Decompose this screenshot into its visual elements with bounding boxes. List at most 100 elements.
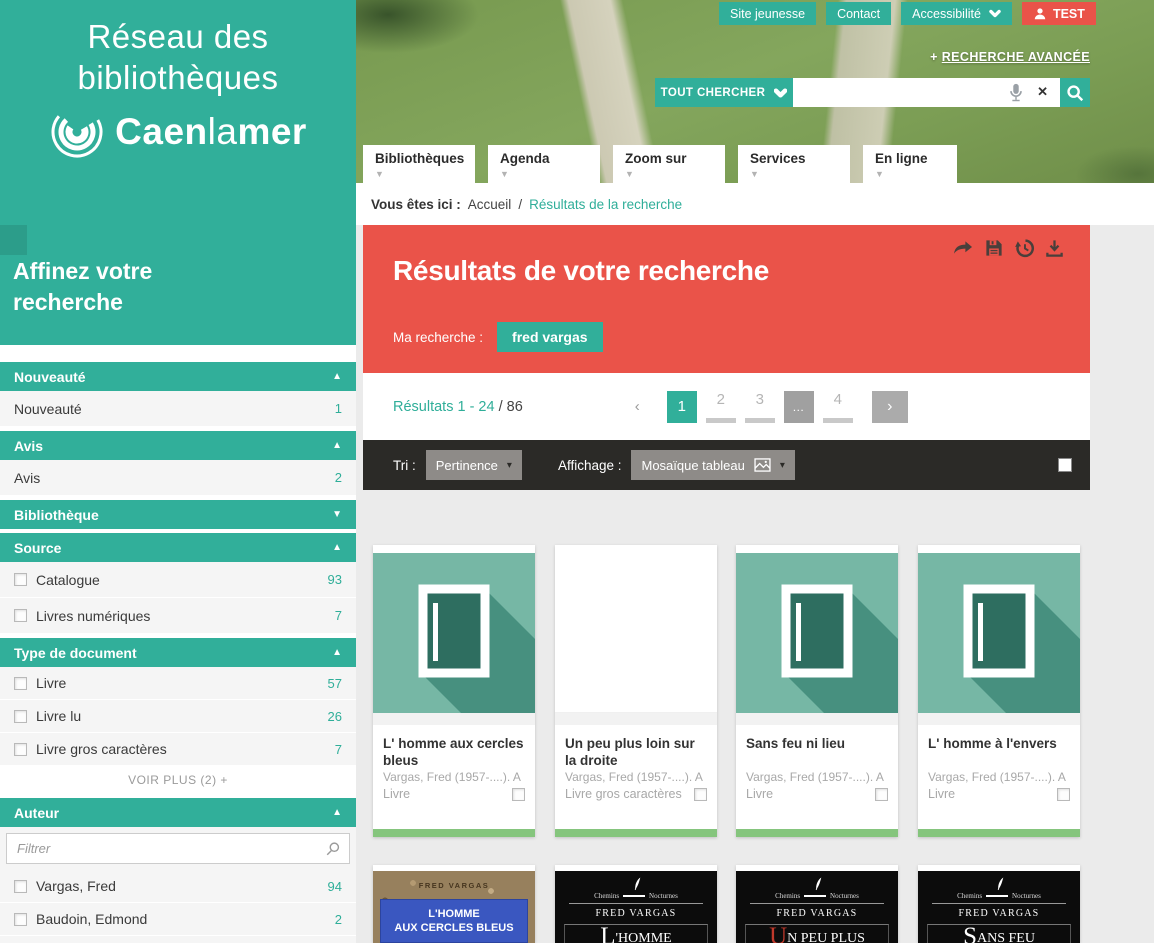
facet-item-vargas-fred[interactable]: Vargas, Fred 94 bbox=[0, 870, 356, 903]
divider bbox=[750, 903, 884, 904]
search-submit-button[interactable] bbox=[1060, 78, 1090, 107]
page-1-active[interactable]: 1 bbox=[667, 391, 697, 423]
select-all-checkbox[interactable] bbox=[1058, 458, 1072, 472]
voir-plus-button[interactable]: VOIR PLUS (2) + bbox=[0, 766, 356, 794]
book-cover-image[interactable]: FRED VARGAS L'HOMME AUX CERCLES BLEUS bbox=[373, 871, 535, 943]
book-placeholder-image[interactable] bbox=[373, 553, 535, 713]
facet-header-type-document[interactable]: Type de document ▲ bbox=[0, 638, 356, 667]
search-scope-button[interactable]: TOUT CHERCHER bbox=[655, 78, 793, 107]
sort-dropdown[interactable]: Pertinence ▾ bbox=[426, 450, 522, 480]
facet-header-source[interactable]: Source ▲ bbox=[0, 533, 356, 562]
author-filter-row bbox=[0, 827, 356, 870]
microphone-icon[interactable] bbox=[1006, 82, 1026, 103]
select-result-checkbox[interactable] bbox=[875, 788, 888, 801]
chevron-down-icon: ▼ bbox=[750, 169, 850, 179]
facet-item-baudoin-edmond[interactable]: Baudoin, Edmond 2 bbox=[0, 903, 356, 936]
facet-header-auteur[interactable]: Auteur ▲ bbox=[0, 798, 356, 827]
results-header-panel: Résultats de votre recherche Ma recherch… bbox=[363, 225, 1090, 373]
book-cover-image[interactable]: CheminsNocturnes FRED VARGAS UN PEU PLUS… bbox=[736, 871, 898, 943]
page-2[interactable]: 2 bbox=[706, 391, 736, 423]
divider bbox=[569, 903, 703, 904]
result-card[interactable]: L' homme aux cercles bleus Vargas, Fred … bbox=[373, 545, 535, 837]
page-underline bbox=[745, 418, 775, 423]
cover-author: FRED VARGAS bbox=[555, 908, 717, 919]
cover-title: UN PEU PLUS LOIN SUR bbox=[745, 924, 889, 943]
blank-cover-image[interactable] bbox=[555, 553, 717, 713]
tab-zoom-sur[interactable]: Zoom sur ▼ bbox=[613, 145, 725, 183]
author-filter-input[interactable] bbox=[7, 834, 349, 863]
result-title[interactable]: Sans feu ni lieu bbox=[736, 725, 898, 769]
result-card[interactable]: CheminsNocturnes FRED VARGAS SANS FEU NI… bbox=[918, 865, 1080, 943]
book-cover-image[interactable]: CheminsNocturnes FRED VARGAS SANS FEU NI… bbox=[918, 871, 1080, 943]
facet-item-nouveaute[interactable]: Nouveauté 1 bbox=[0, 391, 356, 427]
site-jeunesse-button[interactable]: Site jeunesse bbox=[719, 2, 816, 25]
checkbox[interactable] bbox=[14, 573, 27, 586]
book-placeholder-image[interactable] bbox=[736, 553, 898, 713]
clear-search-icon[interactable]: ✕ bbox=[1037, 84, 1048, 100]
facet-item-livre-lu[interactable]: Livre lu 26 bbox=[0, 700, 356, 733]
select-result-checkbox[interactable] bbox=[694, 788, 707, 801]
share-icon[interactable] bbox=[952, 238, 974, 258]
checkbox[interactable] bbox=[14, 913, 27, 926]
feather-icon bbox=[555, 876, 717, 891]
checkbox[interactable] bbox=[14, 677, 27, 690]
tab-en-ligne[interactable]: En ligne ▼ bbox=[863, 145, 957, 183]
result-card[interactable]: Sans feu ni lieu Vargas, Fred (1957-....… bbox=[736, 545, 898, 837]
search-input-wrap: ✕ bbox=[793, 78, 1060, 107]
cover-title: L'HOMME AUX CERCLES BLEUS bbox=[380, 899, 528, 943]
result-card[interactable]: FRED VARGAS L'HOMME AUX CERCLES BLEUS bbox=[373, 865, 535, 943]
accessibility-button[interactable]: Accessibilité bbox=[901, 2, 1012, 25]
facet-item-livre[interactable]: Livre 57 bbox=[0, 667, 356, 700]
page-4[interactable]: 4 bbox=[823, 391, 853, 423]
result-title[interactable]: Un peu plus loin sur la droite bbox=[555, 725, 717, 769]
chevron-down-icon bbox=[989, 9, 1001, 18]
card-accent-bar bbox=[736, 829, 898, 837]
facet-header-avis[interactable]: Avis ▲ bbox=[0, 431, 356, 460]
facet-header-nouveaute[interactable]: Nouveauté ▲ bbox=[0, 362, 356, 391]
save-icon[interactable] bbox=[984, 238, 1004, 258]
tab-services[interactable]: Services ▼ bbox=[738, 145, 850, 183]
breadcrumb-home-link[interactable]: Accueil bbox=[468, 197, 512, 212]
tab-bibliotheques[interactable]: Bibliothèques ▼ bbox=[363, 145, 475, 183]
next-page-button[interactable]: › bbox=[872, 391, 908, 423]
facet-item-catalogue[interactable]: Catalogue 93 bbox=[0, 562, 356, 598]
dash bbox=[804, 895, 826, 897]
sidebar-collapse-tab[interactable] bbox=[0, 225, 27, 255]
breadcrumb: Vous êtes ici : Accueil / Résultats de l… bbox=[356, 183, 1154, 225]
checkbox[interactable] bbox=[14, 710, 27, 723]
book-placeholder-image[interactable] bbox=[918, 553, 1080, 713]
facet-header-bibliotheque[interactable]: Bibliothèque ▼ bbox=[0, 500, 356, 529]
contact-button[interactable]: Contact bbox=[826, 2, 891, 25]
prev-page-icon[interactable]: ‹ bbox=[635, 398, 640, 415]
facet-item-livres-numeriques[interactable]: Livres numériques 7 bbox=[0, 598, 356, 634]
facet-item-avis[interactable]: Avis 2 bbox=[0, 460, 356, 496]
facet-item-livre-gros-caracteres[interactable]: Livre gros caractères 7 bbox=[0, 733, 356, 766]
logo[interactable]: Réseau des bibliothèques Caenlamer bbox=[0, 0, 356, 160]
checkbox[interactable] bbox=[14, 743, 27, 756]
search-query-badge[interactable]: fred vargas bbox=[497, 322, 602, 352]
facet-count: 26 bbox=[328, 709, 342, 724]
page-ellipsis[interactable]: … bbox=[784, 391, 814, 423]
download-icon[interactable] bbox=[1045, 238, 1064, 258]
checkbox[interactable] bbox=[14, 880, 27, 893]
advanced-search-link[interactable]: + RECHERCHE AVANCÉE bbox=[930, 50, 1090, 64]
history-icon[interactable] bbox=[1014, 238, 1035, 258]
result-card[interactable]: CheminsNocturnes FRED VARGAS L'HOMME A L… bbox=[555, 865, 717, 943]
display-dropdown[interactable]: Mosaïque tableau ▾ bbox=[631, 450, 794, 480]
result-card[interactable]: L' homme à l'envers Vargas, Fred (1957-.… bbox=[918, 545, 1080, 837]
facet-count: 94 bbox=[328, 879, 342, 894]
book-cover-image[interactable]: CheminsNocturnes FRED VARGAS L'HOMME A L… bbox=[555, 871, 717, 943]
checkbox[interactable] bbox=[14, 609, 27, 622]
chevron-down-icon: ▼ bbox=[875, 169, 957, 179]
result-card[interactable]: CheminsNocturnes FRED VARGAS UN PEU PLUS… bbox=[736, 865, 898, 943]
tab-agenda[interactable]: Agenda ▼ bbox=[488, 145, 600, 183]
result-card[interactable]: Un peu plus loin sur la droite Vargas, F… bbox=[555, 545, 717, 837]
chevron-down-icon: ▼ bbox=[375, 169, 475, 179]
account-test-button[interactable]: TEST bbox=[1022, 2, 1096, 25]
result-title[interactable]: L' homme à l'envers bbox=[918, 725, 1080, 769]
page-3[interactable]: 3 bbox=[745, 391, 775, 423]
select-result-checkbox[interactable] bbox=[512, 788, 525, 801]
facet-item-doyon-josee[interactable]: Doyon, Josée 1 bbox=[0, 936, 356, 943]
result-title[interactable]: L' homme aux cercles bleus bbox=[373, 725, 535, 769]
select-result-checkbox[interactable] bbox=[1057, 788, 1070, 801]
